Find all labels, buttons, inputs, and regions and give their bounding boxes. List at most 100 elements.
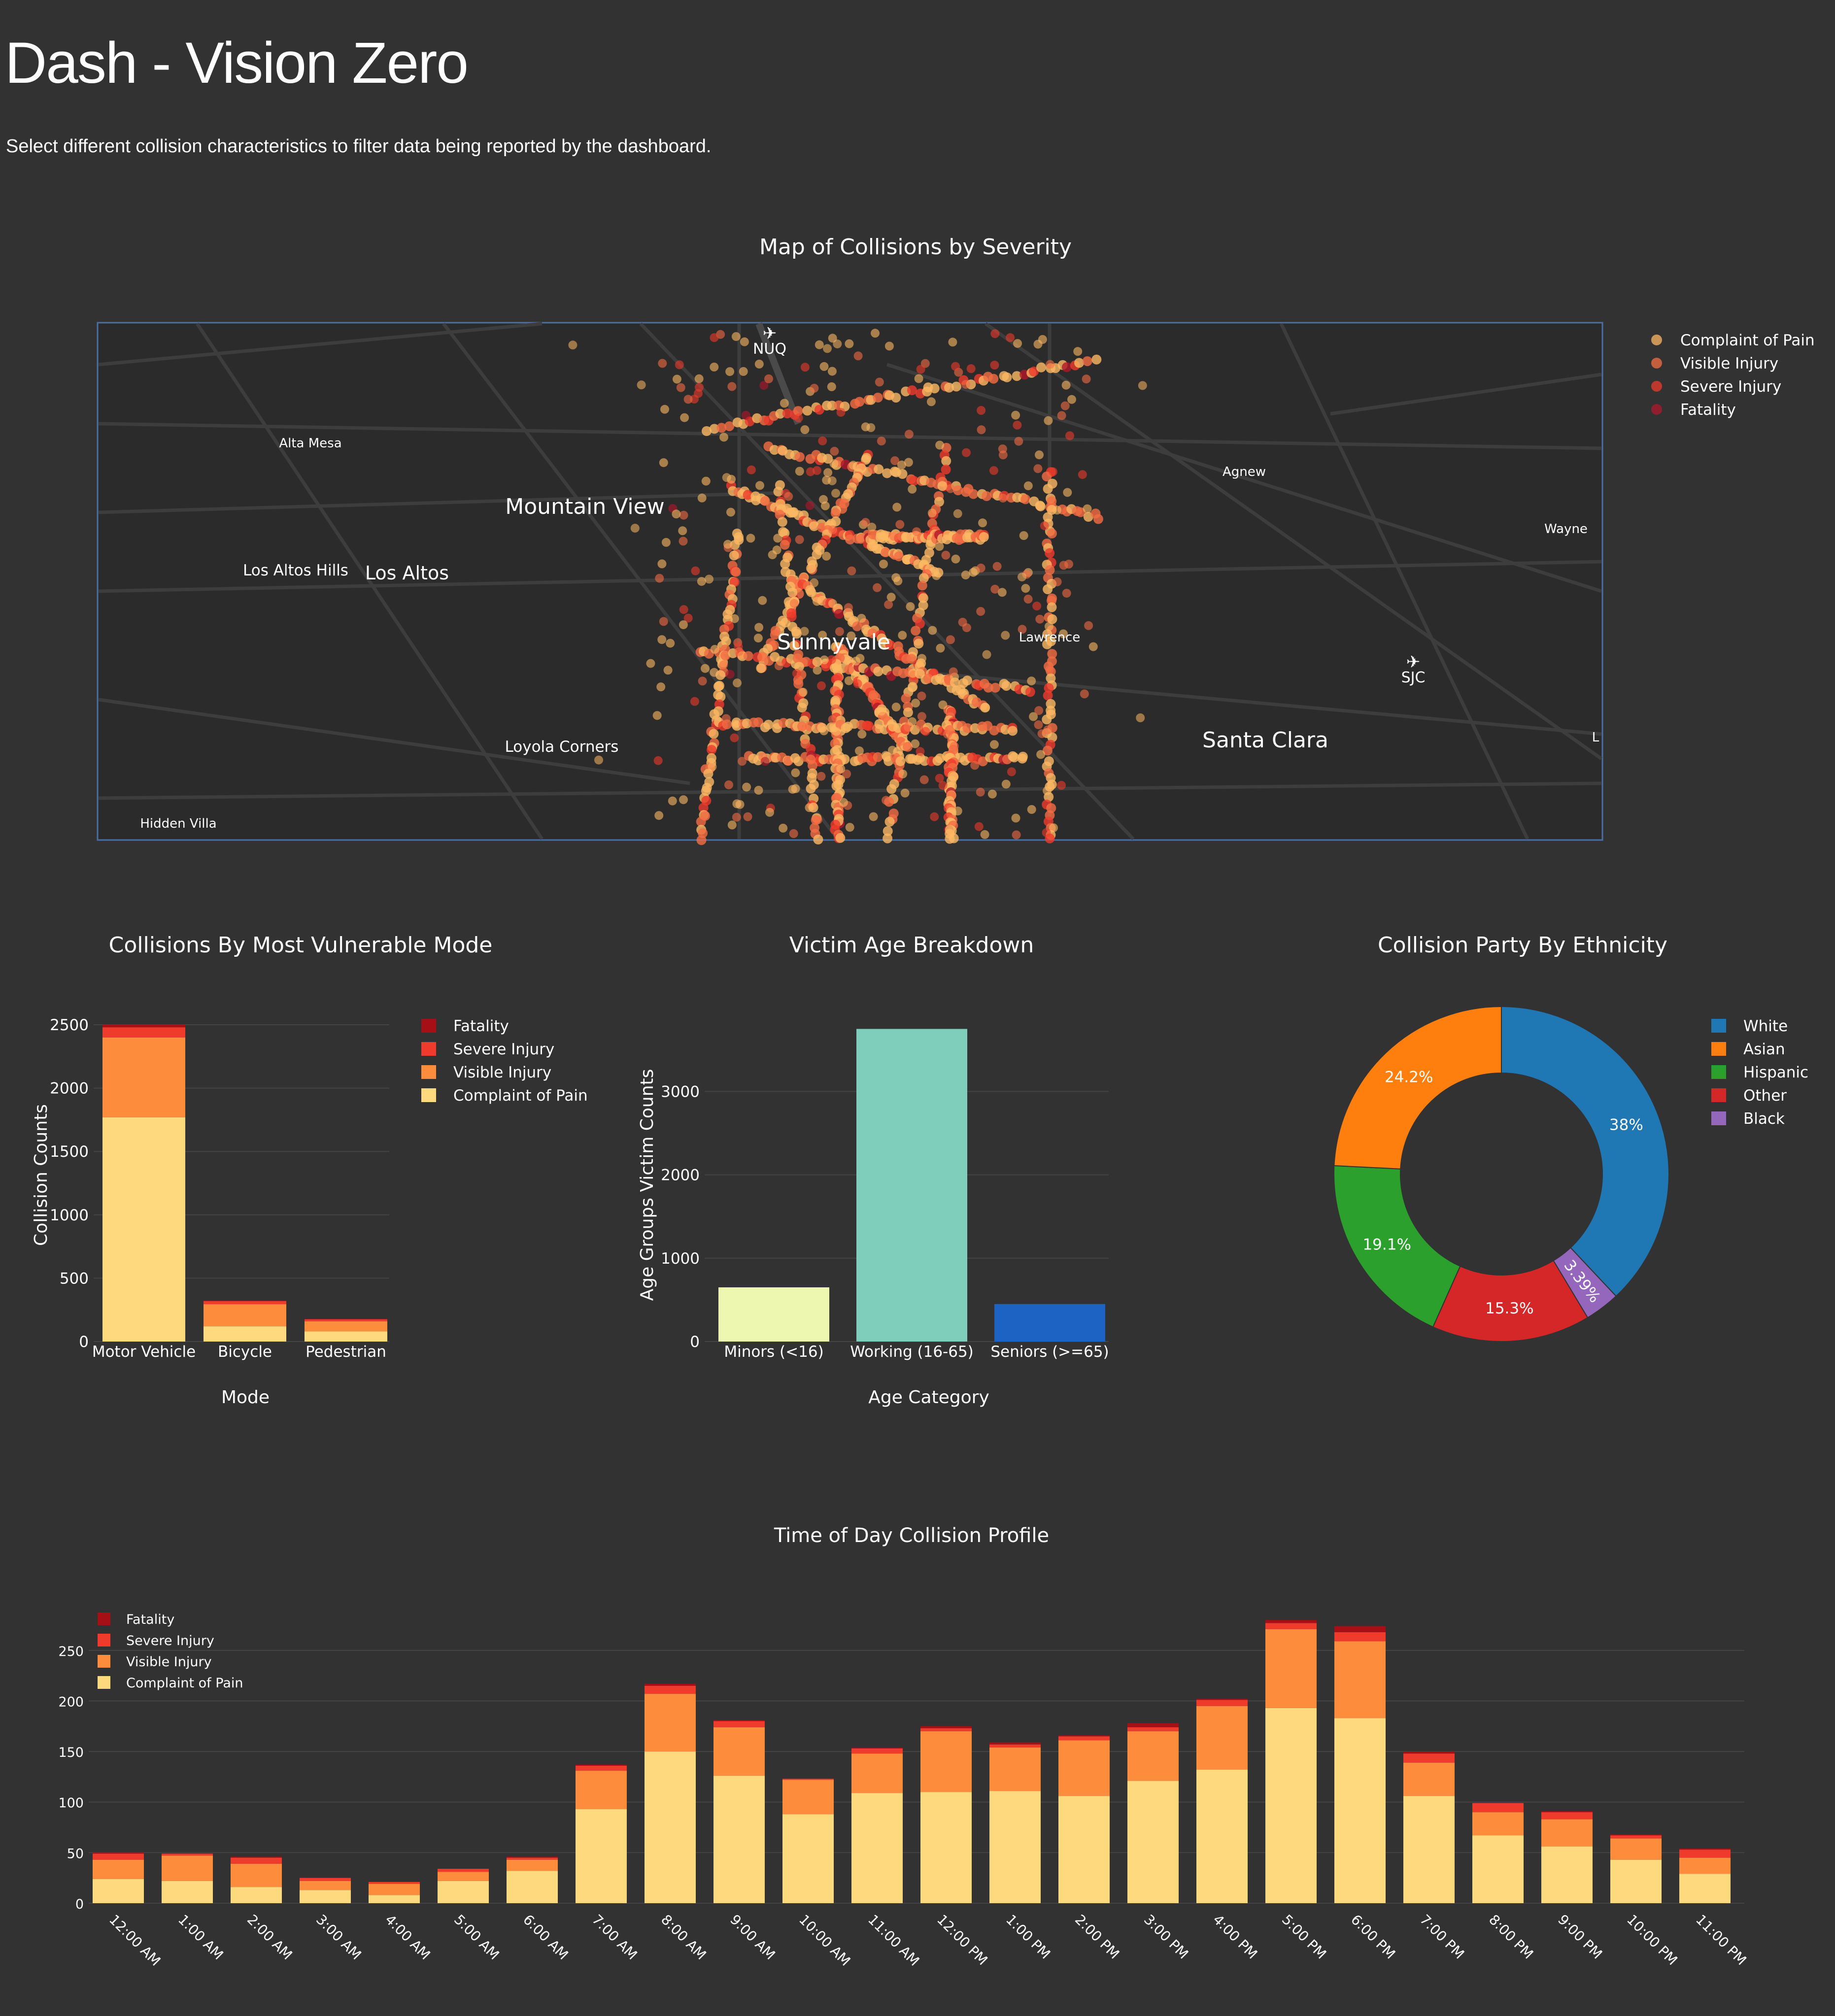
collision-point[interactable]	[857, 614, 866, 623]
collision-point[interactable]	[873, 752, 883, 762]
bar-fatality[interactable]	[851, 1747, 903, 1748]
legend-swatch[interactable]	[1711, 1065, 1726, 1079]
bar-severe-injury[interactable]	[1403, 1753, 1455, 1763]
collision-point[interactable]	[835, 833, 846, 843]
collision-point[interactable]	[836, 764, 846, 773]
collision-point[interactable]	[1027, 676, 1036, 686]
time-of-day-chart[interactable]: Time of Day Collision Profile 0 50 100 150 20…	[0, 1508, 1835, 2016]
collision-point[interactable]	[884, 817, 895, 827]
bar-complaint-of-pain[interactable]	[1679, 1874, 1731, 1903]
bar-severe-injury[interactable]	[1334, 1632, 1386, 1642]
mode-chart[interactable]: Collisions By Most Vulnerable Mode 0 500 10…	[0, 916, 606, 1439]
collision-point[interactable]	[932, 571, 941, 580]
collision-point[interactable]	[845, 823, 854, 832]
collision-point[interactable]	[743, 812, 752, 821]
collision-point[interactable]	[1034, 720, 1043, 730]
collision-point[interactable]	[828, 599, 837, 608]
bar-visible-injury[interactable]	[1127, 1731, 1179, 1781]
collision-point[interactable]	[961, 571, 970, 580]
collision-point[interactable]	[756, 663, 766, 673]
bar-complaint-of-pain[interactable]	[645, 1751, 696, 1903]
collision-point[interactable]	[1138, 381, 1147, 390]
collision-point[interactable]	[646, 659, 655, 668]
bar-severe-injury[interactable]	[1472, 1803, 1524, 1813]
collision-point[interactable]	[1053, 577, 1062, 586]
collision-point[interactable]	[896, 737, 905, 746]
bar-visible-injury[interactable]	[851, 1753, 903, 1793]
bar-visible-injury[interactable]	[576, 1771, 627, 1810]
bar-visible-injury[interactable]	[714, 1727, 765, 1776]
collision-point[interactable]	[1034, 706, 1044, 715]
collision-point[interactable]	[753, 634, 763, 643]
collision-point[interactable]	[1021, 584, 1030, 593]
collision-point[interactable]	[732, 812, 741, 822]
bar-severe-injury[interactable]	[438, 1869, 489, 1872]
collision-point[interactable]	[873, 393, 883, 403]
collision-point[interactable]	[883, 833, 893, 843]
collision-point[interactable]	[912, 527, 921, 537]
collision-point[interactable]	[680, 413, 689, 422]
bar-visible-injury[interactable]	[1610, 1838, 1662, 1860]
bar-fatality[interactable]	[1610, 1834, 1662, 1836]
collision-point[interactable]	[724, 780, 733, 789]
map-legend-label[interactable]: Fatality	[1680, 401, 1736, 419]
bar-severe-injury[interactable]	[920, 1728, 972, 1732]
collision-point[interactable]	[695, 383, 704, 392]
collision-point[interactable]	[1060, 401, 1070, 410]
collision-point[interactable]	[721, 714, 731, 723]
collision-point[interactable]	[828, 715, 837, 724]
collision-point[interactable]	[1013, 339, 1022, 348]
collision-point[interactable]	[867, 522, 877, 532]
bar-complaint-of-pain[interactable]	[93, 1879, 144, 1903]
collision-point[interactable]	[805, 501, 815, 510]
legend-label[interactable]: Hispanic	[1743, 1064, 1808, 1081]
collision-point[interactable]	[760, 757, 770, 766]
collision-point[interactable]	[877, 706, 886, 716]
collision-point[interactable]	[1043, 786, 1052, 795]
collision-point[interactable]	[727, 382, 737, 391]
collision-point[interactable]	[793, 678, 804, 689]
collision-point[interactable]	[726, 507, 735, 517]
collision-point[interactable]	[892, 503, 902, 512]
collision-point[interactable]	[798, 688, 808, 697]
bar-severe-injury[interactable]	[102, 1027, 185, 1038]
bar-complaint-of-pain[interactable]	[231, 1887, 282, 1903]
collision-point[interactable]	[1078, 470, 1087, 479]
collision-point[interactable]	[1057, 411, 1066, 420]
collision-point[interactable]	[844, 603, 853, 612]
collision-point[interactable]	[976, 607, 985, 616]
collision-point[interactable]	[1037, 729, 1047, 739]
collision-point[interactable]	[754, 786, 763, 795]
collision-point[interactable]	[900, 788, 910, 798]
bar-visible-injury[interactable]	[1679, 1857, 1731, 1874]
collision-point[interactable]	[657, 559, 667, 569]
legend-swatch[interactable]	[1711, 1088, 1726, 1102]
collision-point[interactable]	[1035, 450, 1044, 460]
legend-swatch[interactable]	[421, 1042, 436, 1056]
collision-point[interactable]	[1025, 687, 1035, 697]
bar-visible-injury[interactable]	[920, 1731, 972, 1792]
collision-point[interactable]	[740, 337, 749, 346]
collision-point[interactable]	[977, 425, 986, 435]
bar-severe-injury[interactable]	[1196, 1700, 1248, 1706]
collision-point[interactable]	[679, 605, 688, 614]
map-legend-label[interactable]: Complaint of Pain	[1680, 332, 1815, 349]
collision-point[interactable]	[789, 599, 799, 608]
collision-point[interactable]	[1045, 548, 1055, 558]
collision-point[interactable]	[935, 773, 944, 783]
bar-visible-injury[interactable]	[1196, 1706, 1248, 1770]
collision-point[interactable]	[780, 539, 790, 550]
collision-point[interactable]	[914, 638, 924, 649]
collision-point[interactable]	[916, 747, 925, 756]
collision-point[interactable]	[832, 727, 841, 736]
collision-point[interactable]	[661, 538, 671, 547]
collision-point[interactable]	[705, 574, 714, 584]
bar-fatality[interactable]	[1679, 1848, 1731, 1850]
collision-point[interactable]	[1023, 481, 1033, 491]
bar-severe-injury[interactable]	[1541, 1812, 1593, 1819]
collision-point[interactable]	[660, 404, 669, 414]
collision-point[interactable]	[1062, 589, 1071, 598]
collision-point[interactable]	[710, 668, 719, 677]
bar-visible-injury[interactable]	[93, 1859, 144, 1879]
collision-point[interactable]	[970, 761, 980, 770]
